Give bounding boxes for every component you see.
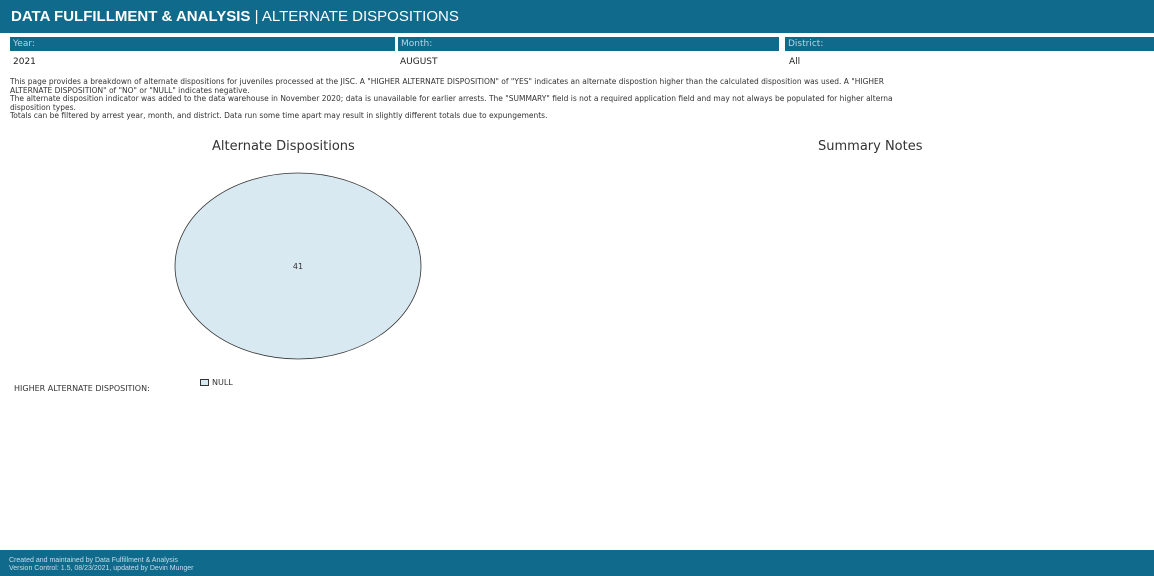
district-filter-value[interactable]: All [789,56,800,68]
alternate-dispositions-pie-chart: 41 [174,172,422,360]
legend-item-label: NULL [212,377,233,387]
footer-bar: Created and maintained by Data Fulfillme… [0,550,1154,576]
footer-version: Version Control: 1.5, 08/23/2021, update… [9,565,194,572]
legend-label: HIGHER ALTERNATE DISPOSITION: [14,384,150,393]
district-filter-label: District: [785,37,1154,51]
legend-item-null[interactable]: NULL [200,377,233,388]
footer-credit: Created and maintained by Data Fulfillme… [9,557,178,564]
summary-notes-title: Summary Notes [818,139,923,154]
legend-swatch-null [200,379,209,386]
pie-data-label: 41 [293,262,303,271]
